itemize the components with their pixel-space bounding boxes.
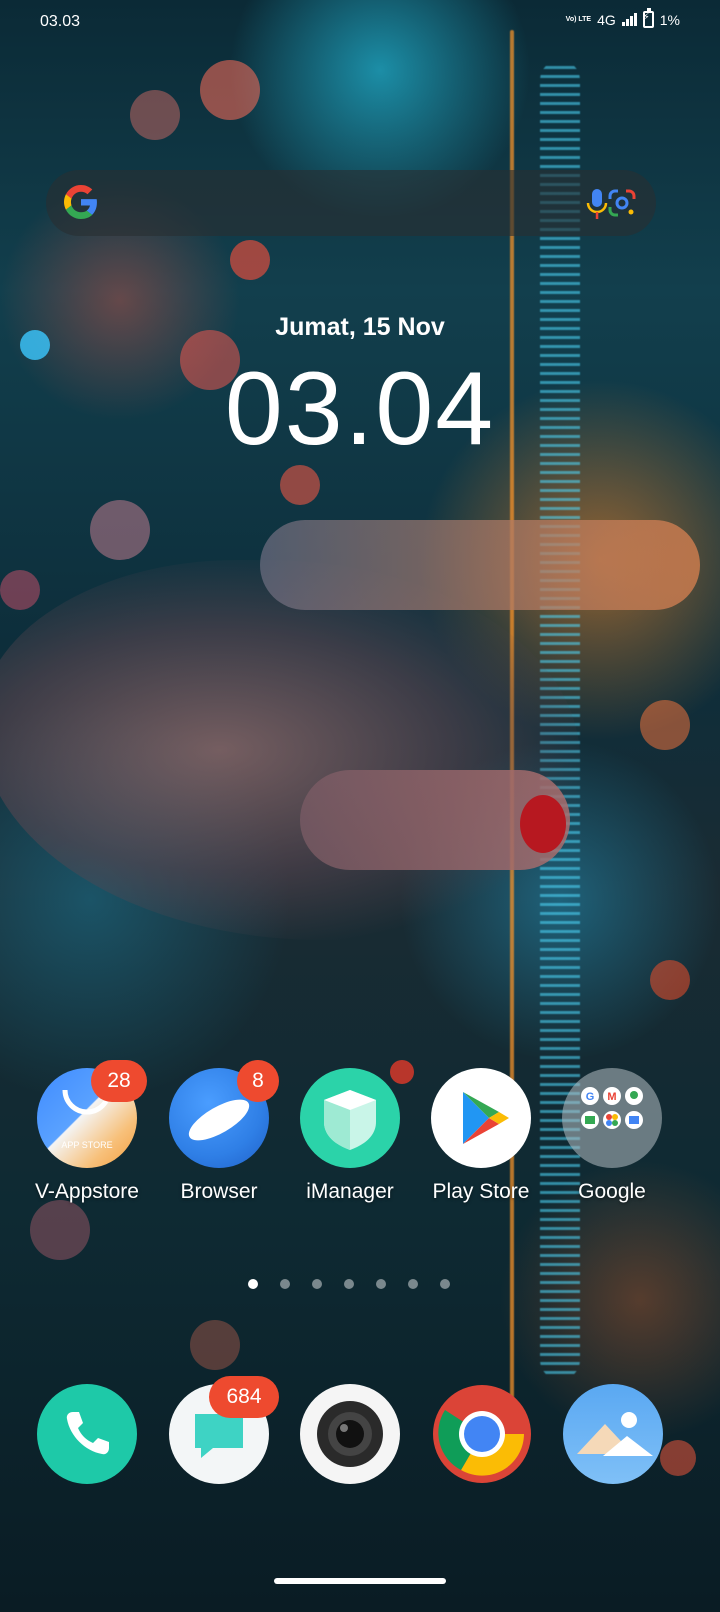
svg-text:M: M	[607, 1091, 616, 1103]
clock-date[interactable]: Jumat, 15 Nov	[0, 313, 720, 342]
status-bar: 03.03 Vo) LTE 4G 1%	[0, 0, 720, 44]
imanager-icon	[300, 1068, 400, 1168]
chrome-icon[interactable]	[432, 1384, 532, 1484]
battery-level: 1%	[659, 11, 680, 28]
app-browser[interactable]: 8 Browser	[154, 1060, 284, 1204]
app-store-text: APP STORE	[61, 1140, 112, 1150]
battery-icon	[642, 8, 654, 28]
app-v-appstore[interactable]: APP STORE 28 V-Appstore	[22, 1060, 152, 1204]
vappstore-icon: APP STORE 28	[37, 1060, 147, 1168]
camera-icon[interactable]	[300, 1384, 400, 1484]
page-dot[interactable]	[248, 1279, 258, 1289]
messages-icon[interactable]: 684	[169, 1376, 279, 1484]
app-label: Browser	[180, 1180, 258, 1203]
app-imanager[interactable]: iManager	[285, 1068, 415, 1204]
page-dot[interactable]	[344, 1279, 354, 1289]
signal-icon	[621, 13, 637, 26]
volte-icon: Vo) LTE	[565, 16, 592, 23]
notification-badge: 684	[209, 1376, 279, 1418]
svg-text:G: G	[586, 1091, 595, 1103]
page-dot[interactable]	[280, 1279, 290, 1289]
page-dot[interactable]	[376, 1279, 386, 1289]
status-icons: Vo) LTE 4G 1%	[565, 8, 680, 28]
lens-icon[interactable]	[606, 187, 638, 219]
app-play-store[interactable]: Play Store	[416, 1068, 546, 1204]
app-label: iManager	[306, 1180, 394, 1203]
browser-icon: 8	[169, 1060, 279, 1168]
app-label: V-Appstore	[35, 1180, 139, 1203]
status-time: 03.03	[40, 13, 81, 30]
google-g-icon	[64, 185, 97, 219]
mic-icon[interactable]	[586, 188, 608, 220]
gallery-icon[interactable]	[563, 1384, 663, 1484]
page-dot[interactable]	[408, 1279, 418, 1289]
notification-badge: 8	[237, 1060, 279, 1102]
app-google-folder[interactable]: G M Google	[547, 1068, 677, 1204]
home-gesture-bar[interactable]	[274, 1578, 446, 1584]
app-label: Google	[578, 1180, 646, 1203]
phone-icon[interactable]	[37, 1384, 137, 1484]
page-indicator[interactable]	[248, 1279, 450, 1289]
notification-badge: 28	[91, 1060, 147, 1102]
page-dot[interactable]	[312, 1279, 322, 1289]
clock-time[interactable]: 03.04	[0, 350, 720, 469]
network-type: 4G	[597, 11, 616, 28]
play-store-icon	[431, 1068, 531, 1168]
google-folder-icon: G M	[562, 1068, 662, 1168]
wallpaper	[0, 0, 720, 1612]
page-dot[interactable]	[440, 1279, 450, 1289]
app-label: Play Store	[432, 1180, 530, 1203]
google-search-bar[interactable]	[46, 170, 656, 236]
